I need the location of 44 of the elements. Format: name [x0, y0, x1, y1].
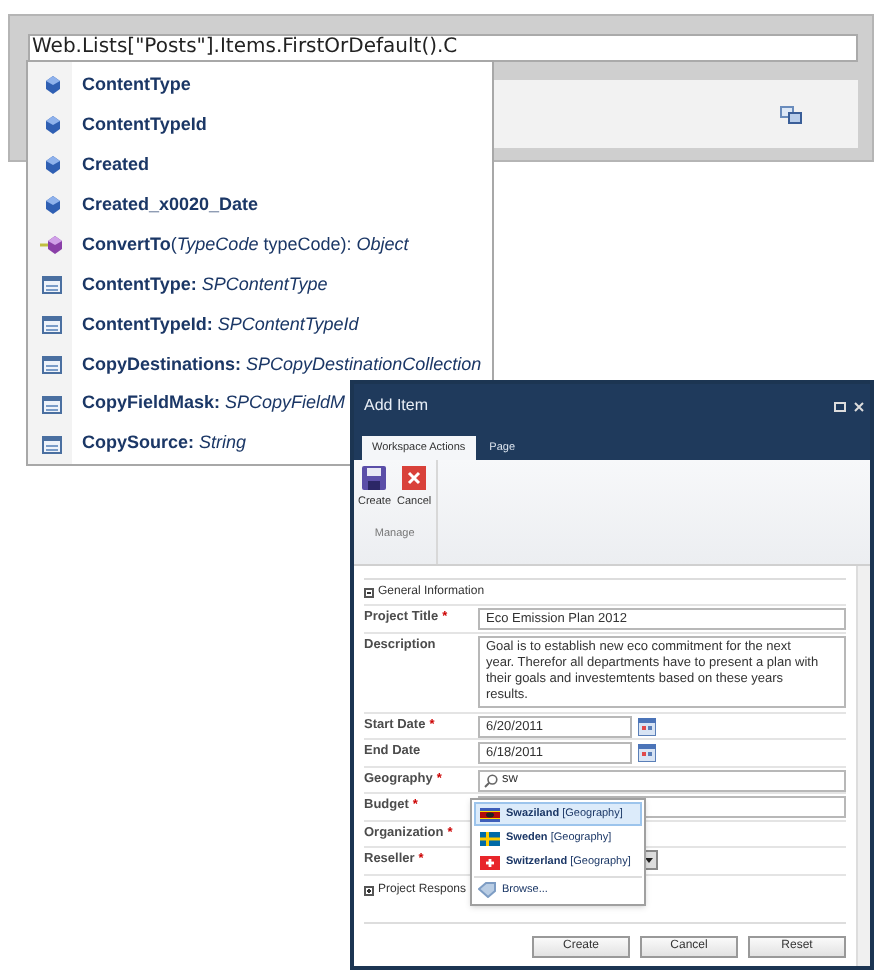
maximize-icon[interactable] — [834, 401, 846, 411]
completion-item[interactable]: ContentTypeId: SPContentTypeId — [28, 304, 492, 345]
member-name: ContentType — [82, 72, 191, 99]
completion-item[interactable]: ContentTypeId — [28, 105, 492, 146]
completion-item[interactable]: ConvertTo(TypeCode typeCode): Object — [28, 225, 492, 266]
flag-icon — [480, 807, 500, 821]
member-signature: ContentType: SPContentType — [82, 271, 328, 298]
property-icon — [42, 355, 62, 374]
member-signature: CopyDestinations: SPCopyDestinationCollection — [82, 351, 482, 378]
property-icon — [42, 275, 62, 294]
member-name: Created — [82, 152, 150, 179]
save-icon — [362, 466, 387, 490]
completion-item[interactable]: ContentType — [28, 66, 492, 106]
calendar-icon[interactable] — [638, 717, 656, 735]
completion-item[interactable]: CopyDestinations: SPCopyDestinationCollection — [28, 344, 492, 385]
field-icon — [45, 76, 59, 95]
copy-icon[interactable] — [780, 105, 802, 123]
flag-icon — [480, 855, 500, 869]
property-icon — [42, 395, 62, 414]
member-signature: CopyFieldMask: SPCopyFieldM — [82, 390, 346, 417]
property-icon — [42, 435, 62, 454]
tag-icon — [478, 882, 496, 898]
field-icon — [45, 196, 59, 215]
completion-item[interactable]: Created_x0020_Date — [28, 185, 492, 226]
field-icon — [45, 116, 59, 135]
property-icon — [42, 315, 62, 334]
cancel-icon — [402, 466, 427, 490]
completion-item[interactable]: ContentType: SPContentType — [28, 265, 492, 305]
search-icon — [484, 773, 498, 787]
member-signature: CopySource: String — [82, 430, 247, 457]
dialog-title: Add Item — [364, 394, 429, 418]
field-icon — [45, 156, 59, 175]
member-signature: ConvertTo(TypeCode typeCode): Object — [82, 231, 409, 258]
expand-icon[interactable] — [364, 885, 374, 895]
collapse-icon[interactable] — [364, 587, 374, 597]
member-name: Created_x0020_Date — [82, 191, 259, 218]
method-icon — [40, 236, 64, 255]
close-icon[interactable] — [854, 401, 864, 411]
member-signature: ContentTypeId: SPContentTypeId — [82, 311, 359, 338]
calendar-icon[interactable] — [638, 744, 656, 762]
flag-icon — [480, 831, 500, 845]
member-name: ContentTypeId — [82, 112, 207, 139]
code-input[interactable]: Web.Lists["Posts"].Items.FirstOrDefault().C — [28, 34, 858, 62]
completion-item[interactable]: Created — [28, 145, 492, 186]
